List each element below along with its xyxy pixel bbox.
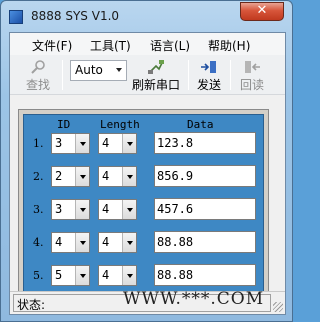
data-input[interactable]: 88.88 (154, 264, 256, 286)
id-select[interactable]: 3 (51, 133, 90, 154)
data-input[interactable]: 457.6 (154, 198, 256, 220)
close-icon: ✕ (256, 3, 268, 18)
length-value: 4 (102, 268, 110, 282)
find-label: 查找 (25, 78, 50, 92)
id-value: 3 (55, 136, 63, 150)
data-table: ID Length Data 1. 3 4 123.8 2. 2 4 856.9… (23, 114, 264, 295)
length-select[interactable]: 4 (98, 166, 137, 187)
row-number: 2. (33, 170, 44, 183)
id-select[interactable]: 3 (51, 199, 90, 220)
id-value: 4 (55, 235, 63, 249)
length-value: 4 (102, 169, 110, 183)
chevron-down-icon[interactable] (75, 233, 89, 252)
chevron-down-icon[interactable] (75, 167, 89, 186)
id-value: 5 (55, 268, 63, 282)
length-value: 4 (102, 202, 110, 216)
baud-rate-select[interactable]: Auto (70, 60, 127, 81)
refresh-port-label: 刷新串口 (131, 78, 180, 92)
data-panel: ID Length Data 1. 3 4 123.8 2. 2 4 856.9… (18, 109, 269, 300)
menu-bar: 文件(F) 工具(T) 语言(L) 帮助(H) (10, 33, 285, 55)
menu-help[interactable]: 帮助(H) (208, 37, 250, 54)
app-window: 8888 SYS V1.0 ✕ 文件(F) 工具(T) 语言(L) 帮助(H) … (0, 0, 293, 322)
row-number: 3. (33, 203, 44, 216)
chevron-down-icon[interactable] (122, 134, 136, 153)
data-input[interactable]: 123.8 (154, 132, 256, 154)
chevron-down-icon[interactable] (122, 200, 136, 219)
refresh-port-button[interactable]: 刷新串口 (130, 55, 182, 95)
toolbar-separator (230, 60, 231, 90)
length-select[interactable]: 4 (98, 199, 137, 220)
chevron-down-icon[interactable] (122, 233, 136, 252)
menu-file[interactable]: 文件(F) (32, 37, 72, 54)
length-select[interactable]: 4 (98, 265, 137, 286)
status-label: 状态: (17, 298, 46, 312)
length-value: 4 (102, 136, 110, 150)
close-button[interactable]: ✕ (240, 2, 284, 21)
readback-icon (243, 59, 261, 75)
send-button[interactable]: 发送 (192, 55, 226, 95)
chevron-down-icon[interactable] (122, 167, 136, 186)
chevron-down-icon (116, 68, 122, 72)
client-area: 文件(F) 工具(T) 语言(L) 帮助(H) 查找 Auto 刷新串口 发送 … (9, 32, 286, 315)
length-select[interactable]: 4 (98, 232, 137, 253)
header-data: Data (187, 118, 214, 131)
app-icon (9, 10, 23, 24)
id-select[interactable]: 5 (51, 265, 90, 286)
length-select[interactable]: 4 (98, 133, 137, 154)
row-number: 5. (33, 269, 44, 282)
refresh-port-icon (147, 59, 165, 75)
chevron-down-icon[interactable] (122, 266, 136, 285)
header-length: Length (100, 118, 140, 131)
baud-rate-value: Auto (75, 63, 103, 77)
row-number: 1. (33, 137, 44, 150)
resize-grip-icon[interactable] (273, 302, 283, 312)
id-value: 2 (55, 169, 63, 183)
data-input[interactable]: 88.88 (154, 231, 256, 253)
row-number: 4. (33, 236, 44, 249)
id-select[interactable]: 4 (51, 232, 90, 253)
toolbar-separator (188, 60, 189, 90)
window-title: 8888 SYS V1.0 (31, 9, 120, 23)
header-id: ID (57, 118, 71, 131)
readback-button[interactable]: 回读 (234, 55, 270, 95)
find-button[interactable]: 查找 (20, 55, 56, 95)
menu-language[interactable]: 语言(L) (150, 37, 190, 54)
send-label: 发送 (196, 78, 221, 92)
length-value: 4 (102, 235, 110, 249)
readback-label: 回读 (239, 78, 264, 92)
chevron-down-icon[interactable] (75, 266, 89, 285)
title-bar[interactable]: 8888 SYS V1.0 ✕ (1, 1, 292, 31)
menu-tools[interactable]: 工具(T) (90, 37, 131, 54)
send-icon (200, 59, 218, 75)
watermark: WWW.***.COM (123, 289, 265, 309)
toolbar: 查找 Auto 刷新串口 发送 回读 (10, 55, 285, 95)
chevron-down-icon[interactable] (75, 200, 89, 219)
toolbar-separator (62, 60, 63, 90)
id-value: 3 (55, 202, 63, 216)
chevron-down-icon[interactable] (75, 134, 89, 153)
id-select[interactable]: 2 (51, 166, 90, 187)
search-icon (29, 59, 47, 75)
data-input[interactable]: 856.9 (154, 165, 256, 187)
